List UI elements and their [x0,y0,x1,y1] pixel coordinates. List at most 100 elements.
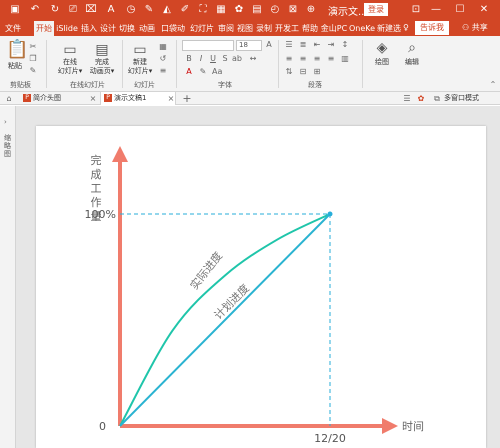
menu-icon[interactable]: ☰ [402,94,412,104]
font-size-input[interactable]: 18 [236,40,262,51]
grid-icon[interactable]: ▤ [250,3,264,17]
line-spacing-icon[interactable]: ↕ [340,40,350,50]
format-icon[interactable]: ⊠ [286,3,300,17]
doc-tab-presentation[interactable]: P 演示文稿1 [100,92,176,105]
doc-tab-intro[interactable]: P 简介头图 [20,92,96,105]
justify-icon[interactable]: ≡ [326,54,336,64]
change-case-icon[interactable]: Aa [212,67,222,77]
series-line-1 [119,213,331,427]
numbering-icon[interactable]: ≣ [298,40,308,50]
align-center-icon[interactable]: ≡ [298,54,308,64]
align-left-icon[interactable]: ≡ [284,54,294,64]
tab-view[interactable]: 视图 [236,21,254,36]
shadow-icon[interactable]: S [220,54,230,64]
multi-window-label[interactable]: 多窗口模式 [444,92,479,105]
layout-icon[interactable]: ▦ [158,42,168,52]
expand-panel-icon[interactable]: › [4,118,7,126]
ribbon-divider [122,40,123,88]
series-label-actual: 实际进度 [187,249,225,292]
online-slides-icon[interactable]: ▭ [60,42,80,58]
full-animation-icon[interactable]: ▤ [92,42,112,58]
image-icon[interactable]: ⛶ [196,3,210,17]
close-tab-icon[interactable]: × [166,94,176,104]
title-bar: ▣ ↶ ↻ ⎚ ⌧ A ◷ ✎ ◭ ✐ ⛶ ▦ ✿ ▤ ◴ ⊠ ⊕ 演示文...… [0,0,500,20]
align-text-icon[interactable]: ⊟ [298,67,308,77]
redo-icon[interactable]: ↻ [48,3,62,17]
highlight-icon[interactable]: ✎ [198,67,208,77]
char-spacing-icon[interactable]: ↔ [248,54,258,64]
cut-icon[interactable]: ✂ [28,42,38,52]
spell-icon[interactable]: ✎ [142,3,156,17]
table-icon[interactable]: ▦ [214,3,228,17]
close-icon[interactable]: ✕ [476,2,492,18]
tab-kingsoft[interactable]: 金山PC [320,21,348,36]
gear-icon[interactable]: ✿ [232,3,246,17]
editing-icon[interactable]: ⌕ [402,40,422,56]
section-icon[interactable]: ≡ [158,66,168,76]
x-axis-label: 时间 [402,420,424,433]
tab-insert[interactable]: 插入 [80,21,98,36]
close-tab-icon[interactable]: × [88,94,98,104]
align-right-icon[interactable]: ≡ [312,54,322,64]
shapes-icon[interactable]: ◭ [160,3,174,17]
lightbulb-icon[interactable]: ♀ [403,20,409,36]
reset-icon[interactable]: ↺ [158,54,168,64]
font-name-input[interactable] [182,40,234,51]
underline-icon[interactable]: U [208,54,218,64]
bold-icon[interactable]: B [184,54,194,64]
login-button[interactable]: 登录 [364,3,388,16]
home-icon[interactable]: ⌂ [4,94,14,104]
share-button[interactable]: ⚇ 共享 [462,20,488,36]
columns-icon[interactable]: ▥ [340,54,350,64]
tab-file[interactable]: 文件 [2,21,24,36]
tab-pocket-anim[interactable]: 口袋动 [159,21,187,36]
start-presentation-icon[interactable]: ⎚ [66,3,80,17]
tab-islide[interactable]: iSlide [55,21,79,36]
drawing-icon[interactable]: ◈ [372,40,392,56]
add-tab-icon[interactable]: + [182,93,192,104]
tab-review[interactable]: 审阅 [217,21,235,36]
customize-icon[interactable]: ⊕ [304,3,318,17]
pen-icon[interactable]: ✐ [178,3,192,17]
decrease-indent-icon[interactable]: ⇤ [312,40,322,50]
format-painter-small-icon[interactable]: ✎ [28,66,38,76]
grow-font-icon[interactable]: A [264,40,274,50]
x-axis-arrow [382,418,398,434]
bullets-icon[interactable]: ☰ [284,40,294,50]
tab-developer[interactable]: 开发工 [274,21,300,36]
increase-indent-icon[interactable]: ⇥ [326,40,336,50]
tab-new-option[interactable]: 新建选 [376,21,402,36]
tab-transitions[interactable]: 切换 [118,21,136,36]
text-box-icon[interactable]: A [104,3,118,17]
tell-me-input[interactable]: 告诉我 [415,21,449,35]
multi-window-icon[interactable]: ⧉ [432,94,442,104]
new-slide-icon[interactable]: ▭ [130,42,150,58]
ribbon-divider [46,40,47,88]
strikethrough-icon[interactable]: ab [232,54,242,64]
format-painter-icon[interactable]: ⌧ [84,3,98,17]
settings-icon[interactable]: ✿ [416,94,426,104]
text-direction-icon[interactable]: ⇅ [284,67,294,77]
ribbon-divider [278,40,279,88]
tab-help[interactable]: 帮助 [301,21,319,36]
tab-animations[interactable]: 动画 [137,21,157,36]
tab-onekey[interactable]: OneKe [349,21,375,36]
restore-icon[interactable]: ⊡ [408,2,424,18]
save-icon[interactable]: ▣ [8,3,22,17]
maximize-icon[interactable]: ☐ [452,2,468,18]
tab-home[interactable]: 开始 [34,21,54,36]
copy-icon[interactable]: ❐ [28,54,38,64]
collapse-ribbon-icon[interactable]: ⌃ [488,80,498,90]
slide-canvas[interactable]: 实际进度 计划进度完成工作量 0 100% 12/20 时间 [36,126,486,448]
italic-icon[interactable]: I [196,54,206,64]
minimize-icon[interactable]: — [428,2,444,18]
clock2-icon[interactable]: ◴ [268,3,282,17]
smartart-icon[interactable]: ⊞ [312,67,322,77]
tab-design[interactable]: 设计 [99,21,117,36]
clock-icon[interactable]: ◷ [124,3,138,17]
undo-icon[interactable]: ↶ [28,3,42,17]
paste-icon[interactable]: 📋 [6,41,28,59]
tab-record[interactable]: 录制 [255,21,273,36]
font-color-icon[interactable]: A [184,67,194,77]
tab-slideshow[interactable]: 幻灯片 [188,21,216,36]
